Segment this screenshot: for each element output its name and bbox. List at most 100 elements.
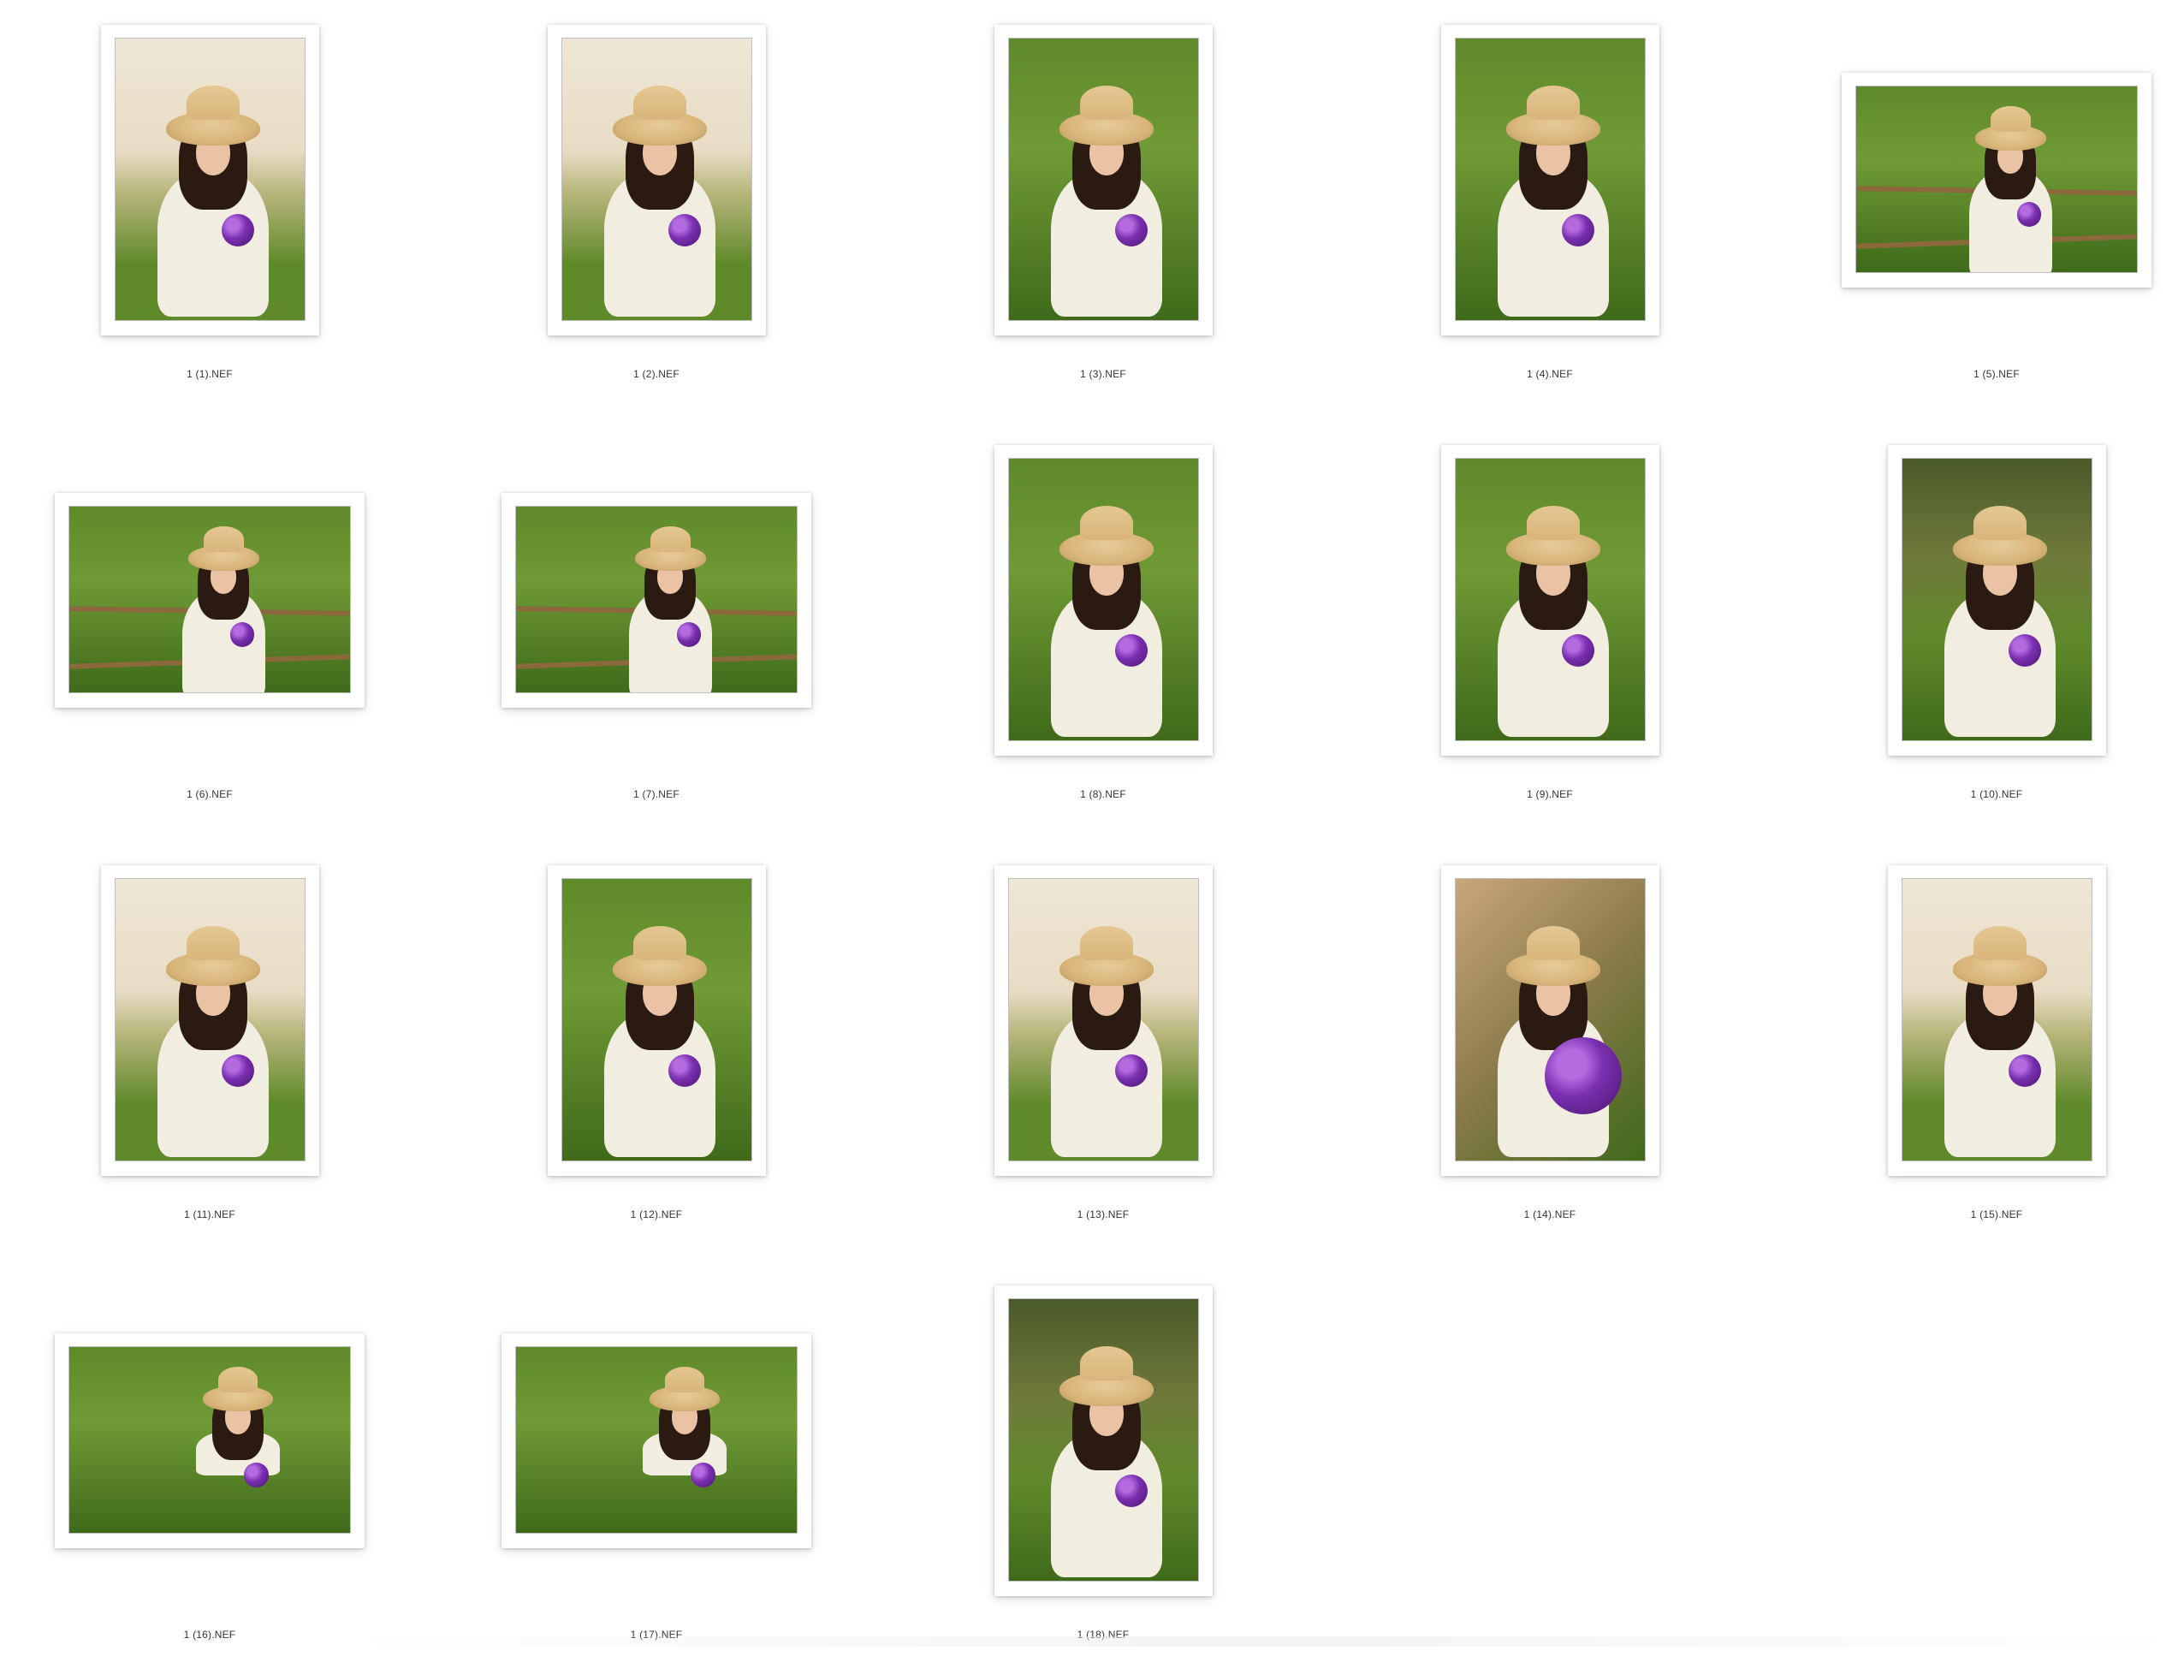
file-name-label[interactable]: 1 (14).NEF [1326, 1208, 1773, 1220]
file-item[interactable]: 1 (2).NEF [433, 0, 880, 419]
file-name-label[interactable]: 1 (10).NEF [1773, 788, 2184, 800]
photo-thumbnail[interactable] [515, 1345, 798, 1534]
photo-thumbnail[interactable] [1007, 1297, 1199, 1582]
thumbnail-frame[interactable] [501, 1333, 811, 1548]
thumbnail-area[interactable] [0, 0, 433, 359]
thumbnail-area[interactable] [1326, 0, 1773, 359]
photo-thumbnail[interactable] [561, 877, 752, 1161]
photo-thumbnail[interactable] [1007, 37, 1199, 321]
file-item[interactable]: 1 (16).NEF [0, 1261, 433, 1680]
file-item[interactable]: 1 (14).NEF [1326, 840, 1773, 1260]
hat-crown [1991, 105, 2031, 132]
file-item[interactable]: 1 (18).NEF [880, 1261, 1326, 1680]
file-name-label[interactable]: 1 (9).NEF [1326, 788, 1773, 800]
file-item[interactable]: 1 (15).NEF [1773, 840, 2184, 1260]
photo-thumbnail[interactable] [1454, 877, 1646, 1161]
photo-thumbnail[interactable] [561, 37, 752, 321]
photo-thumbnail[interactable] [1855, 85, 2138, 273]
thumbnail-area[interactable] [1326, 420, 1773, 780]
photo-thumbnail[interactable] [515, 505, 798, 693]
thumbnail-area[interactable] [433, 0, 880, 359]
file-name-label[interactable]: 1 (8).NEF [880, 788, 1326, 800]
thumbnail-area[interactable] [1773, 0, 2184, 359]
file-item[interactable]: 1 (8).NEF [880, 420, 1326, 840]
file-item[interactable]: 1 (12).NEF [433, 840, 880, 1260]
file-item[interactable]: 1 (7).NEF [433, 420, 880, 840]
thumbnail-frame[interactable] [100, 24, 319, 335]
file-item[interactable]: 1 (10).NEF [1773, 420, 2184, 840]
photo-thumbnail[interactable] [1454, 457, 1646, 741]
purple-flower-bouquet [1562, 633, 1595, 667]
file-name-label[interactable]: 1 (1).NEF [0, 368, 433, 380]
thumbnail-frame[interactable] [1842, 72, 2151, 288]
purple-flower-bouquet [668, 1054, 702, 1087]
thumbnail-area[interactable] [1773, 840, 2184, 1200]
thumbnail-area[interactable] [880, 420, 1326, 780]
file-name-label[interactable]: 1 (6).NEF [0, 788, 433, 800]
thumbnail-frame[interactable] [1887, 444, 2106, 756]
thumbnail-frame[interactable] [1887, 864, 2106, 1176]
thumbnail-frame[interactable] [994, 1285, 1213, 1596]
file-item[interactable]: 1 (9).NEF [1326, 420, 1773, 840]
thumbnail-frame[interactable] [994, 444, 1213, 756]
thumbnail-frame[interactable] [1440, 24, 1659, 335]
thumbnail-area[interactable] [1326, 840, 1773, 1200]
file-name-label[interactable]: 1 (12).NEF [433, 1208, 880, 1220]
thumbnail-frame[interactable] [1440, 864, 1659, 1176]
file-item[interactable]: 1 (3).NEF [880, 0, 1326, 419]
file-item[interactable]: 1 (17).NEF [433, 1261, 880, 1680]
file-item[interactable]: 1 (5).NEF [1773, 0, 2184, 419]
file-name-label[interactable]: 1 (13).NEF [880, 1208, 1326, 1220]
bottom-edge-fade [342, 1636, 2184, 1647]
thumbnail-area[interactable] [433, 1261, 880, 1620]
thumbnail-frame[interactable] [547, 864, 766, 1176]
photo-thumbnail[interactable] [68, 505, 351, 693]
hat-crown [1527, 85, 1581, 120]
photo-thumbnail[interactable] [1901, 457, 2092, 741]
thumbnail-frame[interactable] [501, 492, 811, 708]
thumbnail-frame[interactable] [55, 1333, 365, 1548]
photo-thumbnail[interactable] [114, 37, 306, 321]
file-name-label[interactable]: 1 (7).NEF [433, 788, 880, 800]
thumbnail-area[interactable] [1773, 420, 2184, 780]
photo-thumbnail[interactable] [1007, 877, 1199, 1161]
thumbnail-frame[interactable] [1440, 444, 1659, 756]
file-item[interactable]: 1 (11).NEF [0, 840, 433, 1260]
file-name-label[interactable]: 1 (2).NEF [433, 368, 880, 380]
purple-flower-bouquet [691, 1463, 715, 1487]
thumbnail-area[interactable] [880, 840, 1326, 1200]
file-name-label[interactable]: 1 (15).NEF [1773, 1208, 2184, 1220]
hat-crown [1080, 1345, 1134, 1380]
purple-flower-bouquet [1115, 633, 1148, 667]
hat-crown [633, 85, 687, 120]
photo-thumbnail[interactable] [1007, 457, 1199, 741]
file-item[interactable]: 1 (4).NEF [1326, 0, 1773, 419]
file-item[interactable]: 1 (6).NEF [0, 420, 433, 840]
thumbnail-area[interactable] [433, 420, 880, 780]
photo-thumbnail[interactable] [1901, 877, 2092, 1161]
purple-flower-bouquet [244, 1463, 269, 1487]
hat-crown [204, 525, 244, 552]
photo-thumbnail[interactable] [1454, 37, 1646, 321]
file-item[interactable]: 1 (13).NEF [880, 840, 1326, 1260]
thumbnail-frame[interactable] [994, 24, 1213, 335]
file-name-label[interactable]: 1 (4).NEF [1326, 368, 1773, 380]
purple-flower-bouquet [2009, 1054, 2042, 1087]
thumbnail-frame[interactable] [547, 24, 766, 335]
photo-thumbnail[interactable] [114, 877, 306, 1161]
file-name-label[interactable]: 1 (11).NEF [0, 1208, 433, 1220]
file-item[interactable]: 1 (1).NEF [0, 0, 433, 419]
file-name-label[interactable]: 1 (3).NEF [880, 368, 1326, 380]
thumbnail-area[interactable] [0, 840, 433, 1200]
thumbnail-frame[interactable] [55, 492, 365, 708]
thumbnail-area[interactable] [433, 840, 880, 1200]
thumbnail-area[interactable] [0, 1261, 433, 1620]
file-name-label[interactable]: 1 (5).NEF [1773, 368, 2184, 380]
thumbnail-area[interactable] [0, 420, 433, 780]
thumbnail-frame[interactable] [994, 864, 1213, 1176]
thumbnail-frame[interactable] [100, 864, 319, 1176]
photo-thumbnail[interactable] [68, 1345, 351, 1534]
hat-crown [1080, 505, 1134, 540]
thumbnail-area[interactable] [880, 1261, 1326, 1620]
thumbnail-area[interactable] [880, 0, 1326, 359]
